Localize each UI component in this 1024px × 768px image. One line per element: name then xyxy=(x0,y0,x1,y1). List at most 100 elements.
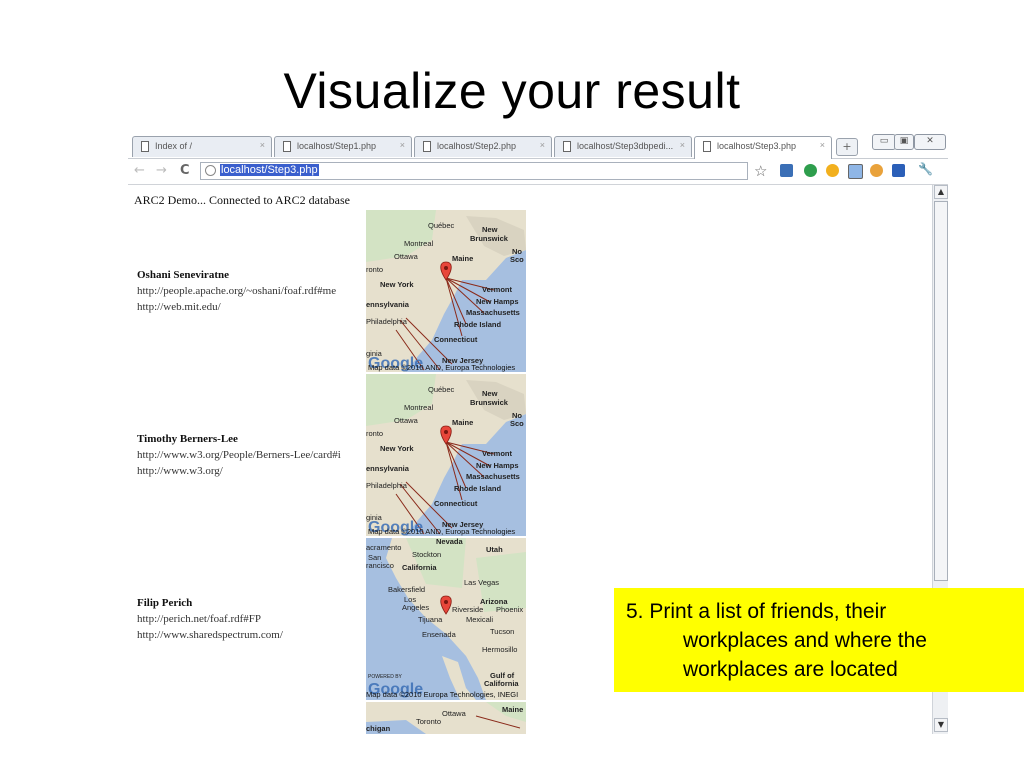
note-line: workplaces and where the xyxy=(683,629,927,652)
map-label: Phoenix xyxy=(496,605,523,614)
bookmark-star-icon[interactable]: ☆ xyxy=(754,162,767,180)
map-label: Rhode Island xyxy=(454,320,502,329)
map-attribution: Map data ©2010 Europa Technologies, INEG… xyxy=(366,690,518,699)
tab-close-icon[interactable]: × xyxy=(400,140,405,150)
map-label: New York xyxy=(380,280,414,289)
map-label: Ottawa xyxy=(394,252,419,261)
map-label: Stockton xyxy=(412,550,441,559)
map-label: Bakersfield xyxy=(388,585,425,594)
tab-step1[interactable]: localhost/Step1.php × xyxy=(274,136,412,157)
new-tab-button[interactable]: + xyxy=(836,138,858,156)
friend-homepage: http://www.w3.org/ xyxy=(137,465,223,477)
refresh-extension-icon[interactable] xyxy=(804,164,817,177)
slide-title: Visualize your result xyxy=(283,63,741,119)
maximize-button[interactable]: ▣ xyxy=(894,134,914,150)
map-label: chigan xyxy=(366,724,391,733)
friend-entry: Timothy Berners-Lee http://www.w3.org/Pe… xyxy=(137,431,363,479)
static-map: Québec New Brunswick Montreal Ottawa Mai… xyxy=(366,374,526,536)
map-label: Massachusetts xyxy=(466,472,520,481)
smiley-extension-icon[interactable] xyxy=(826,164,839,177)
map-label: Nevada xyxy=(436,538,464,546)
map-label: Mexicali xyxy=(466,615,493,624)
map-label: New York xyxy=(380,444,414,453)
map-label: ennsylvania xyxy=(366,300,410,309)
map-label: Québec xyxy=(428,221,455,230)
map-label: Rhode Island xyxy=(454,484,502,493)
tab-label: localhost/Step2.php xyxy=(437,141,517,151)
tab-label: Index of / xyxy=(155,141,193,151)
status-text: ARC2 Demo... Connected to ARC2 database xyxy=(134,193,350,207)
address-bar[interactable]: localhost/Step3.php xyxy=(200,162,748,180)
map-label: Connecticut xyxy=(434,335,478,344)
close-window-button[interactable]: ✕ xyxy=(914,134,946,150)
friend-homepage: http://www.sharedspectrum.com/ xyxy=(137,629,283,641)
static-map: Maine Ottawa Toronto chigan xyxy=(366,702,526,734)
reload-button[interactable]: C xyxy=(180,163,190,178)
page-icon xyxy=(563,141,571,152)
friend-entry: Filip Perich http://perich.net/foaf.rdf#… xyxy=(137,595,363,643)
tab-step3dbpedia[interactable]: localhost/Step3dbpedi... × xyxy=(554,136,692,157)
face-extension-icon[interactable] xyxy=(870,164,883,177)
tab-close-icon[interactable]: × xyxy=(540,140,545,150)
map-label: Vermont xyxy=(482,285,513,294)
translate-extension-icon[interactable] xyxy=(780,164,793,177)
scroll-down-arrow-icon[interactable]: ▼ xyxy=(934,718,948,732)
map-label: New Hamps xyxy=(476,461,519,470)
friend-name: Oshani Seneviratne xyxy=(137,269,229,281)
friend-name: Filip Perich xyxy=(137,597,193,609)
page-icon xyxy=(283,141,291,152)
wrench-icon[interactable]: 🔧 xyxy=(918,162,933,176)
map-label: Maine xyxy=(452,254,473,263)
friend-foaf-uri: http://perich.net/foaf.rdf#FP xyxy=(137,613,262,625)
tab-close-icon[interactable]: × xyxy=(260,140,265,150)
browser-toolbar: ← → C localhost/Step3.php ☆ 🔧 xyxy=(128,159,948,185)
friend-homepage: http://web.mit.edu/ xyxy=(137,301,221,313)
map-label: Hermosillo xyxy=(482,645,517,654)
tab-close-icon[interactable]: × xyxy=(680,140,685,150)
note-line: workplaces are located xyxy=(683,658,898,681)
map-attribution: Map data ©2010 AND, Europa Technologies xyxy=(368,363,515,372)
callout-note: 5. Print a list of friends, their workpl… xyxy=(614,588,1024,692)
map-label: Massachusetts xyxy=(466,308,520,317)
tab-label: localhost/Step1.php xyxy=(297,141,377,151)
map-label: Brunswick xyxy=(470,398,509,407)
map-label: Montreal xyxy=(404,403,434,412)
tab-close-icon[interactable]: × xyxy=(820,140,825,150)
scroll-up-arrow-icon[interactable]: ▲ xyxy=(934,185,948,199)
back-button[interactable]: ← xyxy=(134,163,145,178)
note-line: 5. Print a list of friends, their xyxy=(626,600,887,623)
map-label: Toronto xyxy=(416,717,441,726)
tab-step2[interactable]: localhost/Step2.php × xyxy=(414,136,552,157)
map-attribution: Map data ©2010 AND, Europa Technologies xyxy=(368,527,515,536)
minimize-button[interactable]: ▭ xyxy=(872,134,896,150)
exif-extension-icon[interactable] xyxy=(892,164,905,177)
map-label: California xyxy=(402,563,437,572)
globe-icon xyxy=(205,165,216,176)
tab-step3[interactable]: localhost/Step3.php × xyxy=(694,136,832,159)
map-label: Connecticut xyxy=(434,499,478,508)
address-text[interactable]: localhost/Step3.php xyxy=(220,164,319,176)
map-label: Brunswick xyxy=(470,234,509,243)
map-label: Québec xyxy=(428,385,455,394)
forward-button[interactable]: → xyxy=(156,163,167,178)
map-label: Riverside xyxy=(452,605,483,614)
map-label: Philadelphia xyxy=(366,317,408,326)
map-label: New Hamps xyxy=(476,297,519,306)
map-label: ronto xyxy=(366,265,383,274)
map-label: POWERED BY xyxy=(368,674,403,680)
map-label: ennsylvania xyxy=(366,464,410,473)
page-icon xyxy=(703,141,711,152)
map-label: Las Vegas xyxy=(464,578,499,587)
calendar-extension-icon[interactable] xyxy=(848,164,863,179)
map-label: Tijuana xyxy=(418,615,443,624)
map-label: Utah xyxy=(486,545,503,554)
map-label: Maine xyxy=(452,418,473,427)
friend-foaf-uri: http://people.apache.org/~oshani/foaf.rd… xyxy=(137,285,337,297)
friend-name: Timothy Berners-Lee xyxy=(137,433,238,445)
tab-index[interactable]: Index of / × xyxy=(132,136,272,157)
tab-strip: Index of / × localhost/Step1.php × local… xyxy=(128,134,948,159)
map-label: Sco xyxy=(510,255,524,264)
tab-label: localhost/Step3dbpedi... xyxy=(577,141,674,151)
map-label: Ensenada xyxy=(422,630,457,639)
scroll-thumb[interactable] xyxy=(934,201,948,581)
